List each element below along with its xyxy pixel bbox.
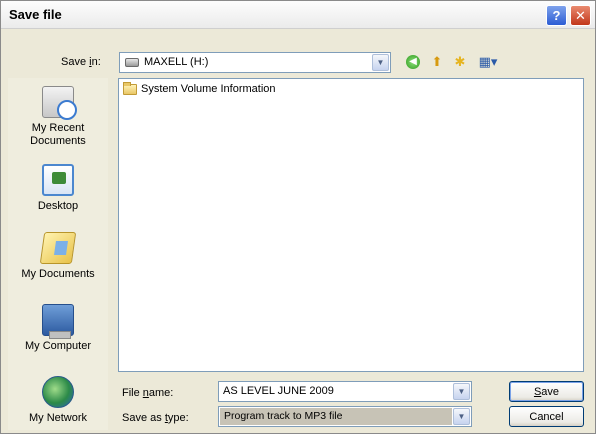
file-item-name: System Volume Information: [141, 83, 276, 95]
places-bar: My Recent Documents Desktop My Documents …: [8, 78, 108, 430]
save-in-value: MAXELL (H:): [144, 56, 209, 68]
file-list[interactable]: System Volume Information: [118, 78, 584, 372]
place-label: Desktop: [37, 200, 79, 212]
place-desktop[interactable]: Desktop: [8, 164, 108, 213]
cancel-button[interactable]: Cancel: [509, 406, 584, 427]
save-file-dialog: Save file ? ✕ Save in: MAXELL (H:) ▼ ◀ ⬆…: [0, 0, 596, 434]
place-my-network[interactable]: My Network: [8, 376, 108, 425]
list-item[interactable]: System Volume Information: [123, 81, 276, 95]
save-as-type-dropdown[interactable]: Program track to MP3 file ▼: [218, 406, 472, 427]
help-button[interactable]: ?: [546, 5, 567, 26]
place-label: My Computer: [24, 340, 92, 352]
help-icon: ?: [552, 8, 561, 23]
file-name-field[interactable]: AS LEVEL JUNE 2009 ▼: [218, 381, 472, 402]
close-icon: ✕: [575, 7, 586, 23]
my-network-icon: [42, 376, 74, 408]
save-in-label: Save in:: [61, 56, 101, 68]
save-button[interactable]: Save: [509, 381, 584, 402]
place-label: My Documents: [21, 268, 95, 280]
drive-icon: [125, 58, 139, 67]
desktop-icon: [42, 164, 74, 196]
up-folder-icon[interactable]: ⬆: [428, 53, 446, 71]
new-folder-icon[interactable]: ✱: [451, 53, 469, 71]
close-button[interactable]: ✕: [570, 5, 591, 26]
recent-documents-icon: [42, 86, 77, 120]
chevron-down-icon[interactable]: ▼: [453, 383, 470, 400]
title-bar[interactable]: Save file ? ✕: [1, 1, 595, 29]
file-name-label: File name:: [122, 387, 174, 399]
my-documents-icon: [39, 232, 77, 264]
place-my-recent-documents[interactable]: My Recent Documents: [8, 86, 108, 148]
place-label: My Recent Documents: [30, 122, 86, 147]
file-name-value[interactable]: AS LEVEL JUNE 2009: [223, 385, 334, 397]
views-menu-icon[interactable]: ▦▾: [475, 53, 501, 71]
chevron-down-icon[interactable]: ▼: [372, 54, 389, 71]
save-in-dropdown[interactable]: MAXELL (H:) ▼: [119, 52, 391, 73]
folder-icon: [123, 81, 137, 95]
save-as-type-label: Save as type:: [122, 412, 189, 424]
place-my-computer[interactable]: My Computer: [8, 304, 108, 353]
place-label: My Network: [28, 412, 88, 424]
place-my-documents[interactable]: My Documents: [8, 232, 108, 281]
chevron-down-icon[interactable]: ▼: [453, 408, 470, 425]
save-as-type-value: Program track to MP3 file: [220, 408, 452, 425]
back-icon[interactable]: ◀: [404, 53, 422, 71]
my-computer-icon: [42, 304, 74, 339]
dialog-title: Save file: [9, 7, 62, 22]
